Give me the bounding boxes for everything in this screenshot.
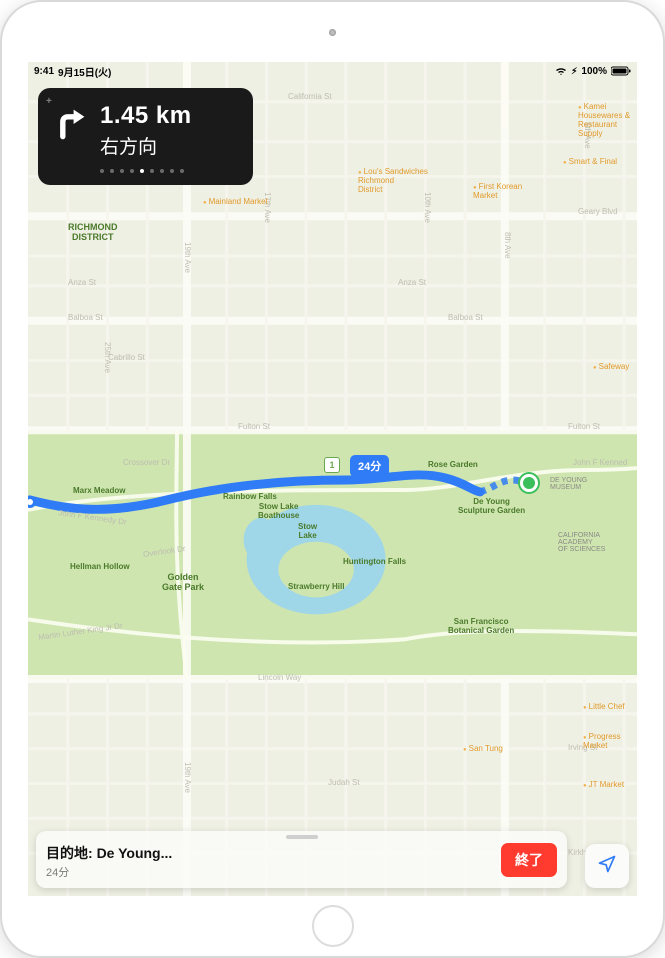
direction-distance: 1.45 km [100,102,239,130]
direction-instruction: 右方向 [100,132,239,159]
destination-prefix: 目的地: [46,845,97,861]
route-eta-badge: 24分 [350,455,389,477]
direction-text: 1.45 km 右方向 [100,102,239,173]
home-button[interactable] [312,905,354,947]
device-bezel-bottom [2,896,663,956]
map-canvas[interactable]: 24分 1 California St Geary Blvd Anza St A… [28,62,637,896]
ipad-device-frame: 9:41 9月15日(火) ⚡︎ 100% [0,0,665,958]
status-left: 9:41 9月15日(火) [34,64,111,79]
battery-icon [611,66,631,76]
step-dots [100,169,239,173]
device-bezel-top [2,2,663,62]
status-time: 9:41 [34,66,54,77]
destination-bar[interactable]: 目的地: De Young... 24分 終了 [36,831,567,888]
turn-right-icon [52,106,88,142]
drag-handle[interactable] [286,835,318,839]
status-date: 9月15日(火) [58,64,111,79]
destination-eta: 24分 [46,864,172,880]
front-camera [329,29,336,36]
direction-plus-badge: + [46,96,52,107]
screen: 9:41 9月15日(火) ⚡︎ 100% [28,62,637,896]
direction-card[interactable]: + 1.45 km 右方向 [38,88,253,185]
location-arrow-icon [597,854,617,879]
destination-info: 目的地: De Young... 24分 [46,843,172,880]
status-bar: 9:41 9月15日(火) ⚡︎ 100% [28,62,637,80]
destination-name: De Young... [97,845,173,861]
destination-pin[interactable] [520,474,538,492]
end-button[interactable]: 終了 [501,843,557,877]
destination-title: 目的地: De Young... [46,843,172,863]
tracking-button[interactable] [585,844,629,888]
battery-pct: 100% [581,66,607,77]
wifi-icon [555,66,567,76]
charging-icon: ⚡︎ [571,66,577,77]
route-shield: 1 [324,457,340,473]
status-right: ⚡︎ 100% [555,66,631,77]
map-svg [28,62,637,896]
